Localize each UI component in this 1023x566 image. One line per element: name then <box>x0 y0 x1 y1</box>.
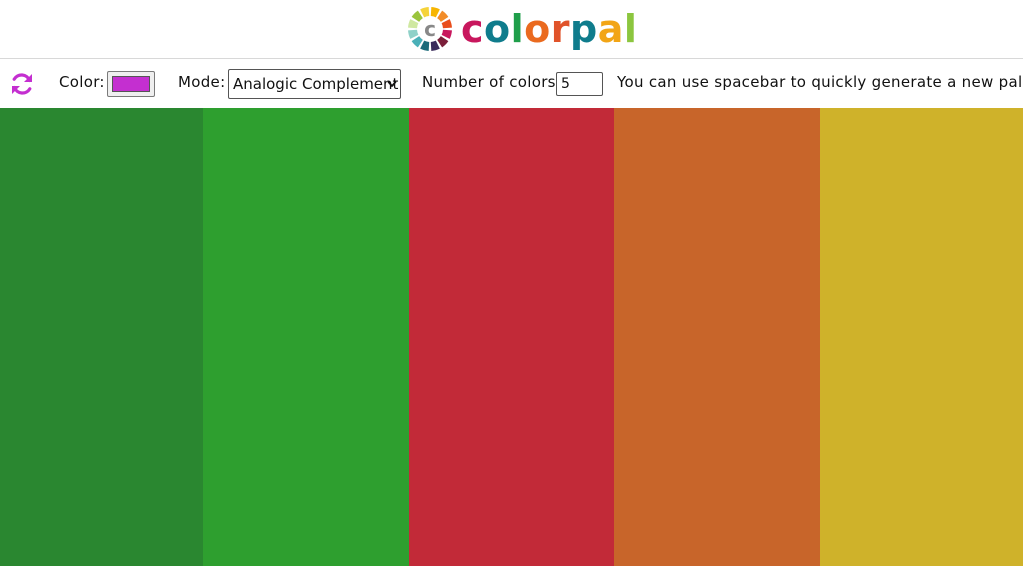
color-wheel-segment <box>430 7 440 18</box>
number-of-colors-input[interactable]: 5 <box>556 72 603 96</box>
palette-color[interactable] <box>614 108 820 566</box>
colorpal-logo[interactable]: c colorpal <box>407 6 637 52</box>
color-wheel-segment <box>420 7 430 18</box>
logo-letter: l <box>510 7 525 51</box>
logo-letter: l <box>623 7 638 51</box>
palette-color[interactable] <box>409 108 614 566</box>
color-wheel-segment <box>430 40 440 51</box>
logo-wordmark: colorpal <box>461 6 637 52</box>
app-header: c colorpal <box>0 0 1023 59</box>
palette-color[interactable] <box>203 108 409 566</box>
palette-color[interactable] <box>820 108 1023 566</box>
palette <box>0 108 1023 566</box>
color-wheel-segment <box>441 19 452 29</box>
color-wheel-segment <box>437 36 449 48</box>
logo-letter: c <box>461 7 485 51</box>
color-picker[interactable] <box>107 71 155 97</box>
color-picker-swatch <box>112 76 150 92</box>
logo-letter: a <box>597 7 624 51</box>
logo-letter: o <box>524 7 551 51</box>
color-wheel-segment <box>408 29 419 39</box>
toolbar: Color: Mode: Analogic Complement Number … <box>0 59 1023 108</box>
chevron-down-icon <box>387 81 397 87</box>
color-wheel-segment <box>411 36 423 48</box>
mode-label: Mode: <box>178 73 226 91</box>
mode-select[interactable]: Analogic Complement <box>228 69 401 99</box>
color-label: Color: <box>59 73 105 91</box>
spacebar-hint: You can use spacebar to quickly generate… <box>617 73 1023 91</box>
color-wheel-segment <box>411 10 423 22</box>
color-wheel-center-glyph: c <box>424 17 436 41</box>
logo-letter: r <box>550 7 571 51</box>
logo-letter: p <box>570 7 598 51</box>
color-wheel-icon: c <box>408 7 452 51</box>
color-wheel-segment <box>437 10 449 22</box>
refresh-icon[interactable] <box>9 71 35 97</box>
logo-letter: o <box>484 7 511 51</box>
palette-color[interactable] <box>0 108 203 566</box>
mode-select-value: Analogic Complement <box>233 75 399 93</box>
color-wheel-segment <box>420 40 430 51</box>
number-of-colors-label: Number of colors: <box>422 73 562 91</box>
color-wheel-segment <box>441 29 452 39</box>
color-wheel-segment <box>408 19 419 29</box>
